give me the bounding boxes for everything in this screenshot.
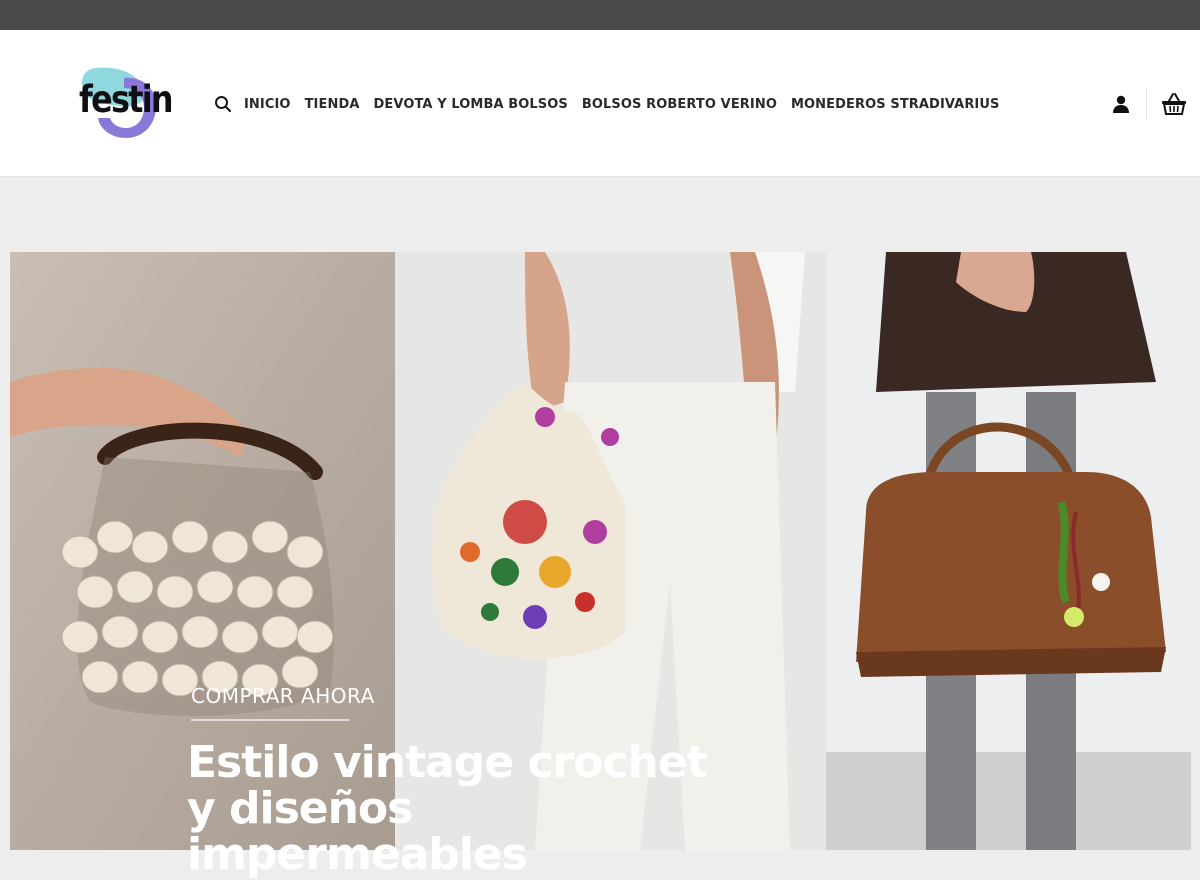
hero-headline: Estilo vintage crochet y diseños imperme… — [187, 737, 708, 880]
site-header: festin INICIO TIENDA DEVOTA Y LOMBA BOLS… — [0, 30, 1200, 177]
main-nav: INICIO TIENDA DEVOTA Y LOMBA BOLSOS BOLS… — [214, 94, 1014, 114]
nav-item-inicio[interactable]: INICIO — [244, 97, 291, 112]
site-logo[interactable]: festin — [76, 66, 174, 140]
nav-item-tienda[interactable]: TIENDA — [305, 97, 360, 112]
header-divider — [1146, 88, 1147, 120]
shop-now-link[interactable]: COMPRAR AHORA — [191, 684, 375, 708]
nav-item-roberto-verino[interactable]: BOLSOS ROBERTO VERINO — [582, 97, 777, 112]
basket-icon[interactable] — [1161, 92, 1187, 116]
search-icon[interactable] — [214, 95, 232, 113]
cta-underline — [191, 719, 349, 721]
user-icon[interactable] — [1111, 94, 1131, 114]
nav-item-devota-y-lomba[interactable]: DEVOTA Y LOMBA BOLSOS — [374, 97, 568, 112]
hero-image-leather-bag — [826, 252, 1191, 850]
nav-item-stradivarius[interactable]: MONEDEROS STRADIVARIUS — [791, 97, 1000, 112]
top-bar — [0, 0, 1200, 30]
logo-text: festin — [79, 78, 174, 121]
